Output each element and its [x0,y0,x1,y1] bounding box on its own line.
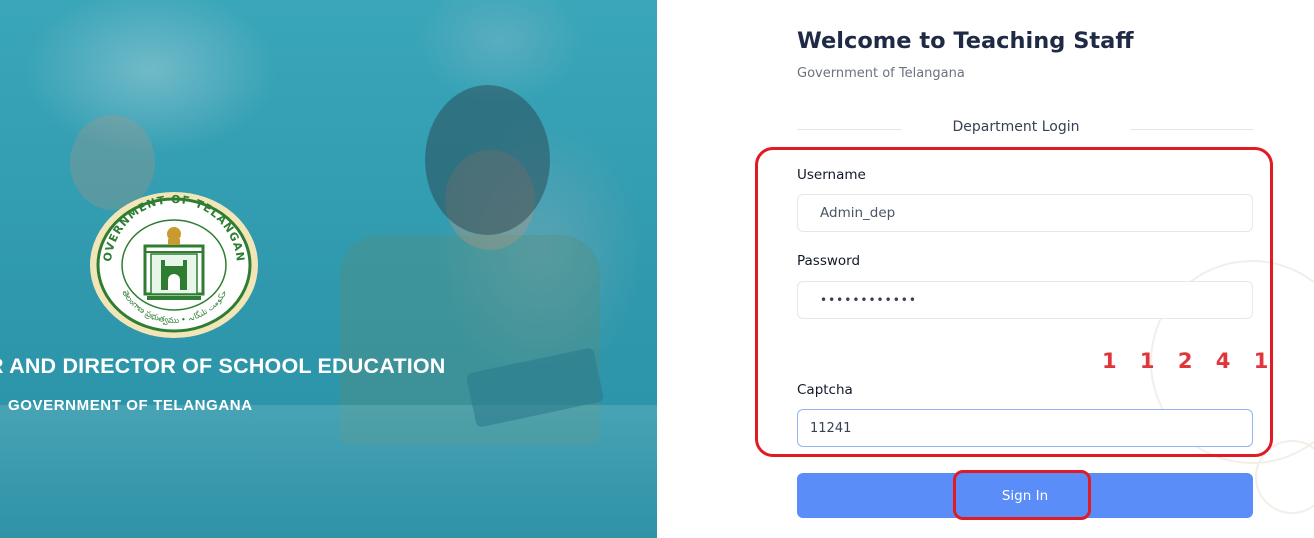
sign-in-button[interactable]: Sign In [797,473,1253,518]
welcome-subtitle: Government of Telangana [797,66,965,81]
form-annotation-outline [755,147,1273,457]
telangana-emblem-logo: GOVERNMENT OF TELANGANA తెలంగాణ ప్రభుత్వ… [87,188,258,338]
child-figure-hair [425,85,550,235]
welcome-title: Welcome to Teaching Staff [797,28,1134,54]
department-login-heading: Department Login [952,119,1080,135]
hero-panel: GOVERNMENT OF TELANGANA తెలంగాణ ప్రభుత్వ… [0,0,657,538]
section-divider-left [797,129,902,130]
hero-subtitle: GOVERNMENT OF TELANGANA [8,397,253,414]
section-divider-right [1130,129,1254,130]
classroom-desk [0,405,657,538]
login-page: GOVERNMENT OF TELANGANA తెలంగాణ ప్రభుత్వ… [0,0,1314,538]
hero-title: R AND DIRECTOR OF SCHOOL EDUCATION [0,354,446,378]
